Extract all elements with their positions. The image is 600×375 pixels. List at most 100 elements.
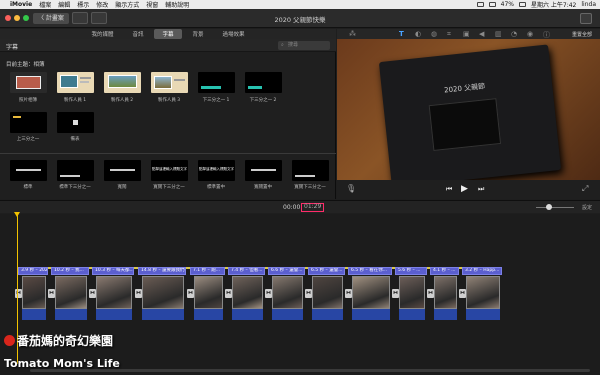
menu-help[interactable]: 輔助說明: [165, 0, 189, 9]
transition-icon[interactable]: ⧓: [89, 289, 96, 298]
noise-reduction-icon[interactable]: ▥: [495, 30, 502, 38]
skip-forward-icon[interactable]: ⏭: [478, 185, 484, 194]
transition-icon[interactable]: ⧓: [459, 289, 466, 298]
title-thumb-credits-1[interactable]: [57, 72, 94, 93]
audio-waveform[interactable]: [352, 309, 390, 320]
skip-back-icon[interactable]: ⏮: [446, 185, 452, 194]
video-clip[interactable]: [194, 276, 223, 309]
title-thumb-note[interactable]: [57, 112, 94, 133]
stabilization-icon[interactable]: ▣: [463, 30, 470, 38]
audio-waveform[interactable]: [96, 309, 132, 320]
clock[interactable]: 星期六 上午7:42: [531, 0, 576, 9]
title-thumb-upper-third[interactable]: [10, 112, 47, 133]
color-balance-icon[interactable]: ◐: [415, 30, 421, 38]
title-thumb-lower-third-1[interactable]: [198, 72, 235, 93]
transition-icon[interactable]: ⧓: [187, 289, 194, 298]
audio-waveform[interactable]: [194, 309, 223, 320]
audio-waveform[interactable]: [272, 309, 303, 320]
zoom-slider[interactable]: [536, 207, 574, 208]
magic-wand-icon[interactable]: ⁂: [349, 30, 356, 38]
clip-title-bar[interactable]: 7.4 秒 – 但看...: [228, 267, 265, 275]
clip-title-bar[interactable]: 6.5 秒 – 看在你...: [348, 267, 392, 275]
video-clip[interactable]: [22, 276, 46, 309]
menu-view[interactable]: 顯示方式: [115, 0, 139, 9]
audio-waveform[interactable]: [466, 309, 500, 320]
transition-icon[interactable]: ⧓: [305, 289, 312, 298]
transition-icon[interactable]: ⧓: [225, 289, 232, 298]
title-thumb-credits-3[interactable]: [151, 72, 188, 93]
title-tool-icon[interactable]: T: [399, 30, 404, 38]
title-thumb-wide[interactable]: [104, 160, 141, 181]
video-clip[interactable]: [352, 276, 390, 309]
menu-edit[interactable]: 編輯: [58, 0, 70, 9]
transition-icon[interactable]: ⧓: [135, 289, 142, 298]
audio-waveform[interactable]: [434, 309, 457, 320]
tab-audio[interactable]: 音訊: [124, 29, 151, 39]
reset-all-button[interactable]: 重置全部: [572, 31, 592, 38]
clip-filter-icon[interactable]: ◉: [527, 30, 533, 38]
tab-backgrounds[interactable]: 背景: [185, 29, 212, 39]
wifi-icon[interactable]: [488, 2, 496, 7]
menu-app-name[interactable]: iMovie: [10, 1, 32, 8]
audio-waveform[interactable]: [232, 309, 263, 320]
title-thumb-wide-lower-third-2[interactable]: [292, 160, 329, 181]
transition-icon[interactable]: ⧓: [48, 289, 55, 298]
battery-percent[interactable]: 47%: [501, 1, 514, 8]
play-icon[interactable]: ▶: [461, 184, 468, 194]
clip-title-bar[interactable]: 3.9 秒 – 2020...: [18, 267, 48, 275]
audio-waveform[interactable]: [142, 309, 184, 320]
clip-title-bar[interactable]: 5.6 秒 – ...: [395, 267, 427, 275]
audio-waveform[interactable]: [312, 309, 343, 320]
tab-transitions[interactable]: 過場效果: [215, 29, 253, 39]
video-clip[interactable]: [232, 276, 263, 309]
menu-modify[interactable]: 修改: [96, 0, 108, 9]
video-clip[interactable]: [142, 276, 184, 309]
tab-my-media[interactable]: 我的媒體: [83, 29, 121, 39]
color-correction-icon[interactable]: ◍: [431, 30, 437, 38]
video-clip[interactable]: [466, 276, 500, 309]
zoom-slider-knob[interactable]: [546, 204, 552, 210]
transition-icon[interactable]: ⧓: [427, 289, 434, 298]
speed-icon[interactable]: ◔: [511, 30, 517, 38]
menu-mark[interactable]: 標示: [77, 0, 89, 9]
title-thumb-wide-center[interactable]: [245, 160, 282, 181]
status-icon[interactable]: [476, 2, 484, 7]
video-viewer[interactable]: 2020 父親節: [337, 39, 600, 188]
audio-waveform[interactable]: [55, 309, 87, 320]
clip-title-bar[interactable]: 3.2 秒 – Happ...: [462, 267, 502, 275]
search-input[interactable]: ⌕ 搜尋: [278, 41, 330, 50]
share-button[interactable]: [580, 13, 592, 24]
transition-icon[interactable]: ⧓: [392, 289, 399, 298]
clip-title-bar[interactable]: 6.6 秒 – 還會...: [268, 267, 305, 275]
transition-icon[interactable]: ⧓: [265, 289, 272, 298]
volume-icon[interactable]: ◀: [479, 30, 484, 38]
video-clip[interactable]: [272, 276, 303, 309]
title-thumb-standard[interactable]: [10, 160, 47, 181]
title-thumb-standard-center[interactable]: 點擊這裡輸入標題文字: [198, 160, 235, 181]
tab-titles[interactable]: 字幕: [154, 29, 182, 39]
fullscreen-icon[interactable]: ⤢: [582, 184, 588, 194]
audio-waveform[interactable]: [22, 309, 46, 320]
crop-icon[interactable]: ⌗: [447, 30, 451, 39]
video-clip[interactable]: [96, 276, 132, 309]
battery-icon[interactable]: [518, 2, 526, 7]
title-thumb-wide-lower-third[interactable]: 點擊這裡輸入標題文字: [151, 160, 188, 181]
menu-window[interactable]: 視窗: [146, 0, 158, 9]
clip-title-bar[interactable]: 10.3 秒 – 每天都...: [92, 267, 134, 275]
microphone-icon[interactable]: 🎙: [346, 184, 356, 193]
clip-title-bar[interactable]: 7.1 秒 – 跑...: [190, 267, 225, 275]
menu-file[interactable]: 檔案: [39, 0, 51, 9]
title-thumb-credits-2[interactable]: [104, 72, 141, 93]
transition-icon[interactable]: ⧓: [345, 289, 352, 298]
title-thumb-lower-third-2[interactable]: [245, 72, 282, 93]
clip-title-bar[interactable]: 6.5 秒 – 還會...: [308, 267, 345, 275]
user-name[interactable]: linda: [581, 1, 596, 8]
clip-title-bar[interactable]: 4.1 秒 – ...: [430, 267, 459, 275]
video-clip[interactable]: [399, 276, 425, 309]
timeline-settings-button[interactable]: 設定: [582, 204, 592, 211]
audio-waveform[interactable]: [399, 309, 425, 320]
clip-title-bar[interactable]: 10.2 秒 – 我...: [51, 267, 89, 275]
title-thumb-standard-lower-third[interactable]: [57, 160, 94, 181]
video-clip[interactable]: [312, 276, 343, 309]
title-thumb-photo-album[interactable]: [10, 72, 47, 93]
